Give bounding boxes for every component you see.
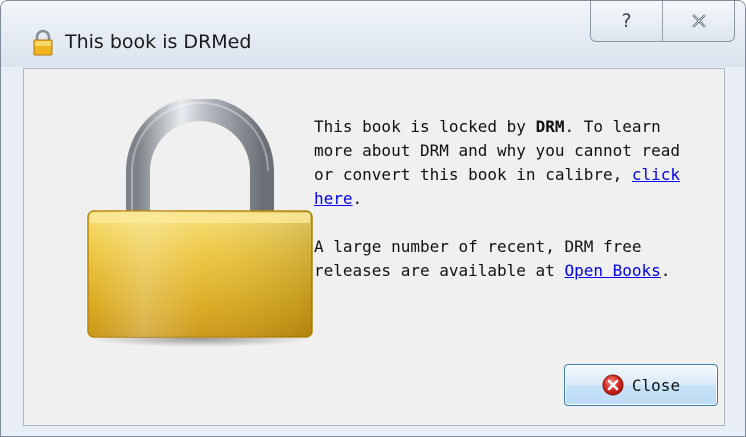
open-books-link[interactable]: Open Books <box>564 261 660 280</box>
drm-text-end: . <box>352 189 363 208</box>
window-title: This book is DRMed <box>65 31 252 53</box>
drm-text-intro: This book is locked by <box>314 117 536 136</box>
padlock-image <box>87 99 313 347</box>
close-button-label: Close <box>631 375 681 395</box>
open-books-text-end: . <box>660 261 671 280</box>
drm-message: This book is locked by DRM. To learn mor… <box>314 115 704 283</box>
help-icon: ? <box>621 10 632 32</box>
red-x-circle-icon <box>602 374 624 396</box>
help-button[interactable]: ? <box>591 1 662 41</box>
title-buttons: ? <box>590 1 735 42</box>
drm-bold-text: DRM <box>535 117 565 136</box>
dialog-body: This book is locked by DRM. To learn mor… <box>23 68 725 426</box>
close-icon <box>691 14 706 28</box>
padlock-icon <box>33 29 53 56</box>
title-bar[interactable]: This book is DRMed ? <box>1 1 745 67</box>
close-button[interactable]: Close <box>564 364 718 406</box>
open-books-paragraph: A large number of recent, DRM free relea… <box>314 235 704 283</box>
window-close-button[interactable] <box>662 1 734 41</box>
drm-paragraph: This book is locked by DRM. To learn mor… <box>314 115 704 211</box>
drm-dialog: This book is DRMed ? This book is locked… <box>0 0 746 437</box>
